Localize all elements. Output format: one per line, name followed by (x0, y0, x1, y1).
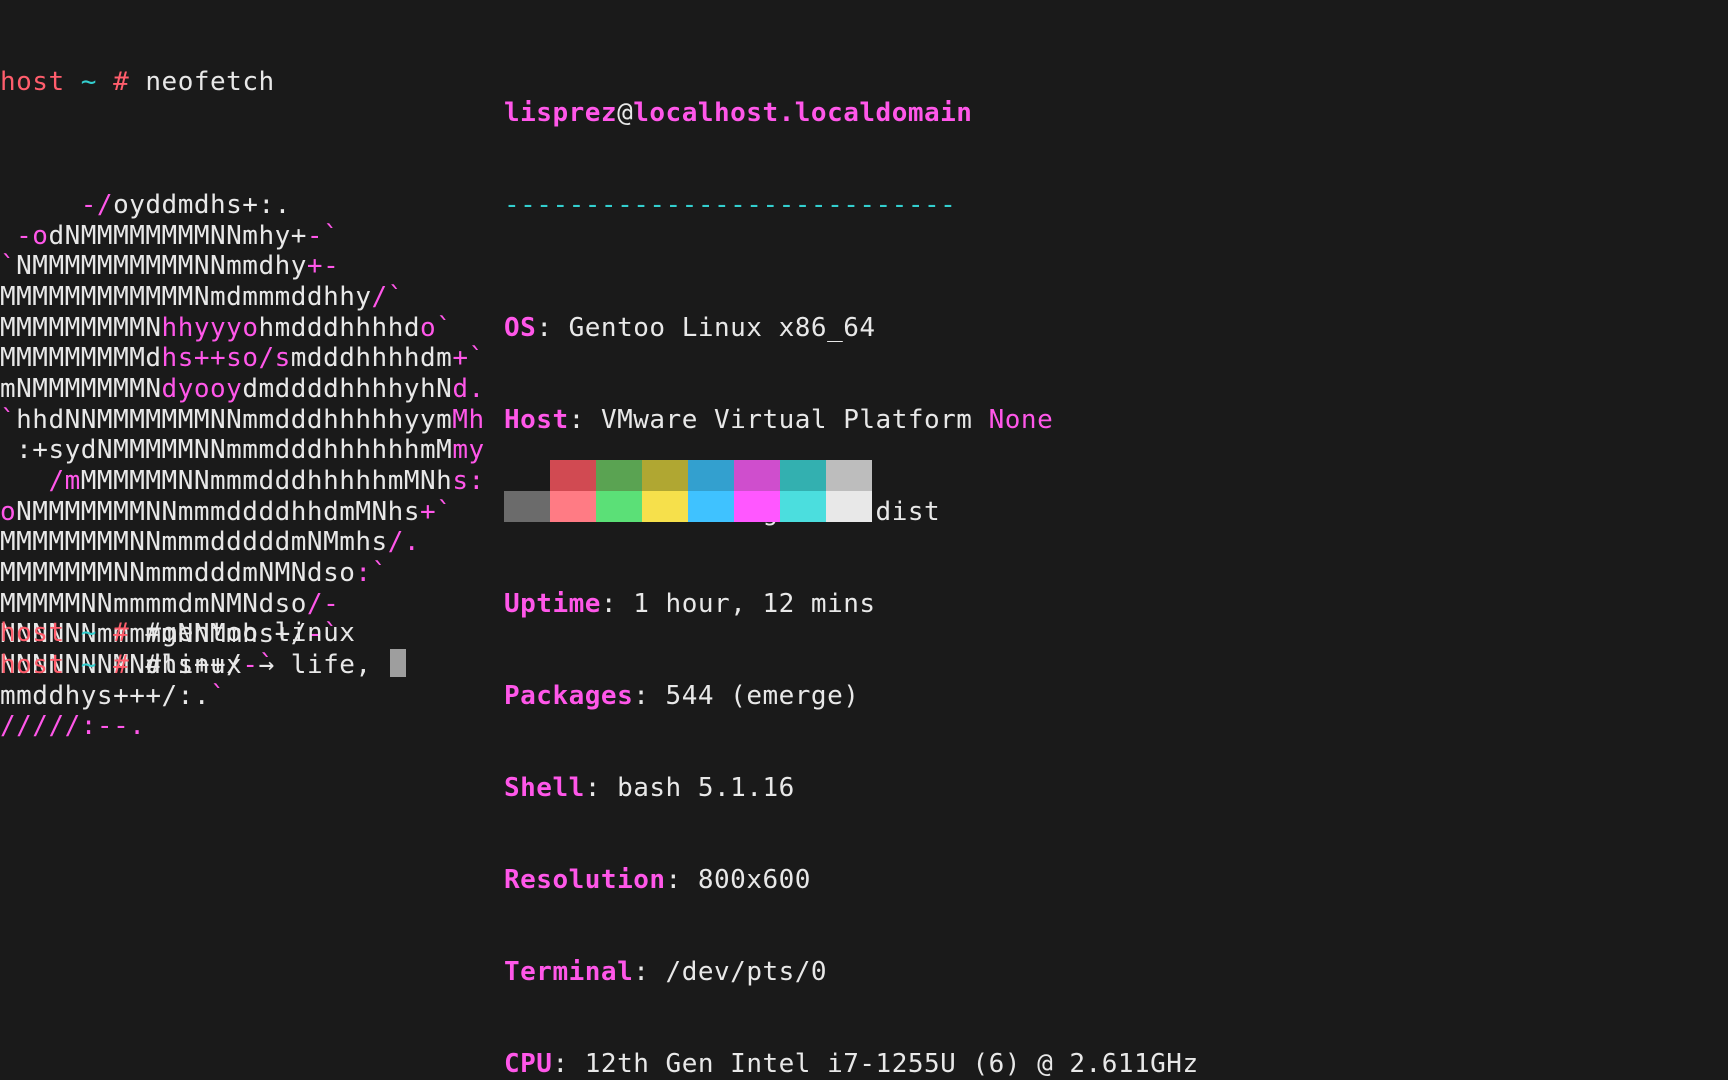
ascii-row: MMMMMMMNNmmmdddmNMNdso:` (0, 558, 485, 589)
ascii-row: MMMMMMMMNNmmmdddddmNMmhs/. (0, 527, 485, 558)
ascii-row: /////:--. (0, 711, 485, 742)
ascii-row: oNMMMMMMMNNmmmddddhhdmMNhs+` (0, 497, 485, 528)
packages-line: Packages: 544 (emerge) (504, 681, 1199, 712)
prompt-line-3[interactable]: host ~ # #linux → life, (0, 649, 406, 681)
os-line: OS: Gentoo Linux x86_64 (504, 313, 1199, 344)
neofetch-hostname: localhost.localdomain (633, 98, 972, 128)
shell-line: Shell: bash 5.1.16 (504, 773, 1199, 804)
prompt-cmd-3: #linux → life, (145, 650, 387, 680)
swatch-row-normal (504, 460, 872, 491)
neofetch-info: lisprez@localhost.localdomain ----------… (504, 37, 1199, 1080)
color-swatch (826, 460, 872, 491)
color-swatch (826, 491, 872, 522)
host-line: Host: VMware Virtual Platform None (504, 405, 1199, 436)
prompt-host: host (0, 67, 65, 97)
terminal-line: Terminal: /dev/pts/0 (504, 957, 1199, 988)
prompt-sep: # (113, 67, 129, 97)
resolution-line: Resolution: 800x600 (504, 865, 1199, 896)
color-swatch (642, 491, 688, 522)
color-swatches (504, 460, 872, 522)
terminal-cursor (390, 649, 406, 677)
ascii-row: `NMMMMMMMMMMNNmmdhy+- (0, 251, 485, 282)
uptime-line: Uptime: 1 hour, 12 mins (504, 589, 1199, 620)
ascii-row: mmddhys+++/:.` (0, 681, 485, 712)
neofetch-user: lisprez (504, 98, 617, 128)
ascii-row: -/oyddmdhs+:. (0, 190, 485, 221)
ascii-row: MMMMMMMMMMMMNmdmmmddhhy/` (0, 282, 485, 313)
color-swatch (504, 491, 550, 522)
prompt-line-2[interactable]: host ~ # #gentoo linux (0, 618, 406, 649)
color-swatch (688, 460, 734, 491)
bottom-prompt-lines: host ~ # #gentoo linux host ~ # #linux →… (0, 618, 406, 680)
color-swatch (780, 460, 826, 491)
neofetch-divider: ---------------------------- (504, 190, 1199, 221)
ascii-row: MMMMMNNmmmmdmNMNdso/- (0, 589, 485, 620)
color-swatch (734, 460, 780, 491)
ascii-row: /mMMMMMMNNmmmdddhhhhhmMNhs: (0, 466, 485, 497)
ascii-row: mNMMMMMMMNdyooydmddddhhhhyhNd. (0, 374, 485, 405)
color-swatch (642, 460, 688, 491)
color-swatch (596, 460, 642, 491)
color-swatch (734, 491, 780, 522)
color-swatch (550, 460, 596, 491)
userhost-line: lisprez@localhost.localdomain (504, 98, 1199, 129)
swatch-row-bright (504, 491, 872, 522)
prompt-cmd: neofetch (145, 67, 274, 97)
ascii-row: MMMMMMMMMdhs++so/smdddhhhhdm+` (0, 343, 485, 374)
prompt-line-1: host ~ # neofetch (0, 67, 485, 98)
color-swatch (504, 460, 550, 491)
ascii-row: -odNMMMMMMMMNNmhy+-` (0, 221, 485, 252)
prompt-path: ~ (81, 67, 97, 97)
terminal-window[interactable]: host ~ # neofetch -/oyddmdhs+:. -odNMMMM… (0, 0, 1728, 1080)
ascii-row: :+sydNMMMMMNNmmmdddhhhhhhmMmy (0, 435, 485, 466)
ascii-row: MMMMMMMMMNhhyyyohmdddhhhhdo` (0, 313, 485, 344)
color-swatch (596, 491, 642, 522)
color-swatch (688, 491, 734, 522)
color-swatch (780, 491, 826, 522)
cpu-line: CPU: 12th Gen Intel i7-1255U (6) @ 2.611… (504, 1049, 1199, 1080)
ascii-row: `hhdNNMMMMMMMNNmmdddhhhhhyymMh (0, 405, 485, 436)
color-swatch (550, 491, 596, 522)
prompt-cmd-2: #gentoo linux (145, 618, 355, 648)
